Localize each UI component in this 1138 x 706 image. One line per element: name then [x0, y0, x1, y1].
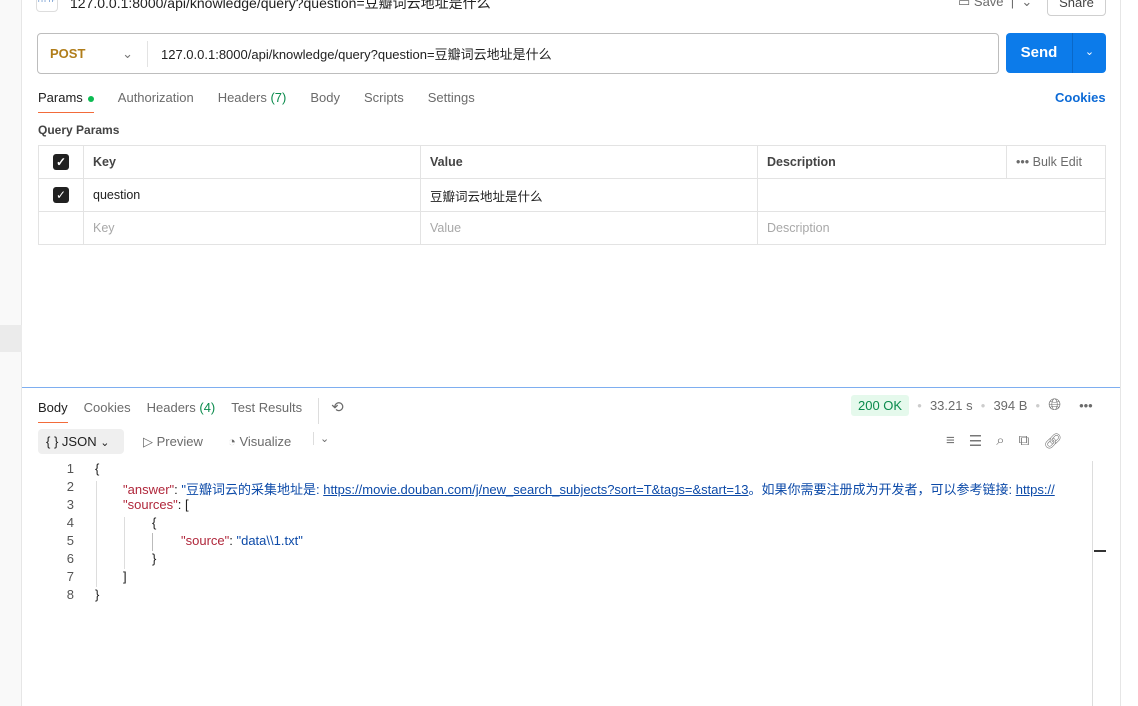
- key-header: Key: [83, 145, 421, 179]
- search-icon[interactable]: ⌕: [996, 432, 1004, 450]
- tab-body[interactable]: Body: [310, 90, 340, 113]
- response-tabs: Body Cookies Headers (4) Test Results ⟲: [38, 398, 344, 424]
- cookies-link[interactable]: Cookies: [1055, 90, 1106, 105]
- table-header-row: ✓ Key Value Description ••• Bulk Edit: [38, 145, 1106, 179]
- visualize-chevron-icon[interactable]: ⌄: [313, 432, 329, 445]
- value-header: Value: [420, 145, 758, 179]
- answer-link-2[interactable]: https://: [1016, 482, 1055, 497]
- param-value[interactable]: 豆瓣词云地址是什么: [420, 178, 758, 212]
- visualize-icon: ◔: [228, 434, 240, 449]
- value-input[interactable]: Value: [420, 211, 758, 245]
- tab-response-headers[interactable]: Headers (4): [147, 400, 216, 423]
- request-title[interactable]: 127.0.0.1:8000/api/knowledge/query?quest…: [70, 0, 491, 13]
- request-tabs: Params Authorization Headers (7) Body Sc…: [38, 90, 475, 113]
- chevron-down-icon: ⌄: [100, 437, 110, 449]
- editor-scrollbar[interactable]: [1092, 461, 1106, 706]
- table-row: ✓ question 豆瓣词云地址是什么: [38, 178, 1106, 212]
- url-input[interactable]: 127.0.0.1:8000/api/knowledge/query?quest…: [148, 44, 552, 63]
- wrap-icon[interactable]: ≡: [946, 432, 955, 450]
- description-input[interactable]: Description: [757, 211, 1106, 245]
- left-sidebar: [0, 0, 22, 706]
- sidebar-selected-item[interactable]: [0, 325, 22, 352]
- pane-divider[interactable]: [22, 387, 1120, 388]
- send-options-chevron-icon[interactable]: ⌄: [1073, 33, 1106, 73]
- param-key[interactable]: question: [83, 178, 421, 212]
- response-code-editor[interactable]: 1{ 2 "answer": "豆瓣词云的采集地址是: https://movie…: [60, 461, 1092, 611]
- history-icon[interactable]: ⟲: [318, 398, 344, 424]
- scroll-marker: [1094, 550, 1106, 552]
- tab-scripts[interactable]: Scripts: [364, 90, 404, 113]
- save-button[interactable]: ▭ Save | ⌄: [958, 0, 1032, 10]
- description-header: Description: [757, 145, 1007, 179]
- preview-button[interactable]: ▷ Preview: [143, 434, 203, 450]
- braces-icon: { }: [46, 434, 62, 449]
- tab-test-results[interactable]: Test Results: [231, 400, 302, 423]
- more-options-icon[interactable]: •••: [1079, 398, 1093, 413]
- more-icon: •••: [1016, 155, 1033, 169]
- share-button[interactable]: Share: [1047, 0, 1106, 16]
- param-description[interactable]: [757, 178, 1106, 212]
- tab-params[interactable]: Params: [38, 90, 94, 113]
- url-bar: POST ⌄ 127.0.0.1:8000/api/knowledge/query…: [37, 33, 999, 74]
- visualize-button[interactable]: ◔ Visualize: [228, 434, 291, 449]
- tab-response-body[interactable]: Body: [38, 400, 68, 423]
- query-params-title: Query Params: [38, 123, 120, 137]
- link-icon[interactable]: 🔗︎: [1043, 432, 1062, 450]
- tab-response-cookies[interactable]: Cookies: [84, 400, 131, 423]
- response-toolbar: ≡ ☰ ⌕ ⧉ 🔗︎: [946, 432, 1062, 450]
- tab-authorization[interactable]: Authorization: [118, 90, 194, 113]
- copy-icon[interactable]: ⧉: [1019, 432, 1030, 450]
- response-status: 200 OK ● 33.21 s ● 394 B ● 🌐︎ •••: [851, 395, 1093, 416]
- answer-link[interactable]: https://movie.douban.com/j/new_search_su…: [323, 482, 748, 497]
- format-select[interactable]: { } JSON ⌄: [38, 429, 124, 454]
- status-badge[interactable]: 200 OK: [851, 395, 910, 416]
- key-input[interactable]: Key: [83, 211, 421, 245]
- active-dot-icon: [87, 95, 94, 102]
- method-select[interactable]: POST ⌄: [38, 40, 148, 67]
- send-button[interactable]: Send ⌄: [1006, 33, 1106, 73]
- table-row-empty: Key Value Description: [38, 211, 1106, 245]
- params-table: ✓ Key Value Description ••• Bulk Edit ✓ …: [38, 145, 1106, 245]
- row-checkbox[interactable]: ✓: [53, 187, 69, 203]
- play-icon: ▷: [143, 434, 157, 449]
- http-icon: HTTP: [36, 0, 58, 12]
- response-time[interactable]: 33.21 s: [930, 398, 973, 413]
- save-icon: ▭: [958, 0, 974, 9]
- filter-icon[interactable]: ☰: [969, 432, 982, 450]
- bulk-edit-button[interactable]: ••• Bulk Edit: [1006, 145, 1106, 179]
- chevron-down-icon: ⌄: [122, 45, 133, 61]
- globe-icon[interactable]: 🌐︎: [1048, 397, 1061, 415]
- select-all-checkbox[interactable]: ✓: [53, 154, 69, 170]
- right-sidebar: [1120, 0, 1138, 706]
- response-size[interactable]: 394 B: [993, 398, 1027, 413]
- tab-settings[interactable]: Settings: [428, 90, 475, 113]
- tab-headers[interactable]: Headers (7): [218, 90, 287, 113]
